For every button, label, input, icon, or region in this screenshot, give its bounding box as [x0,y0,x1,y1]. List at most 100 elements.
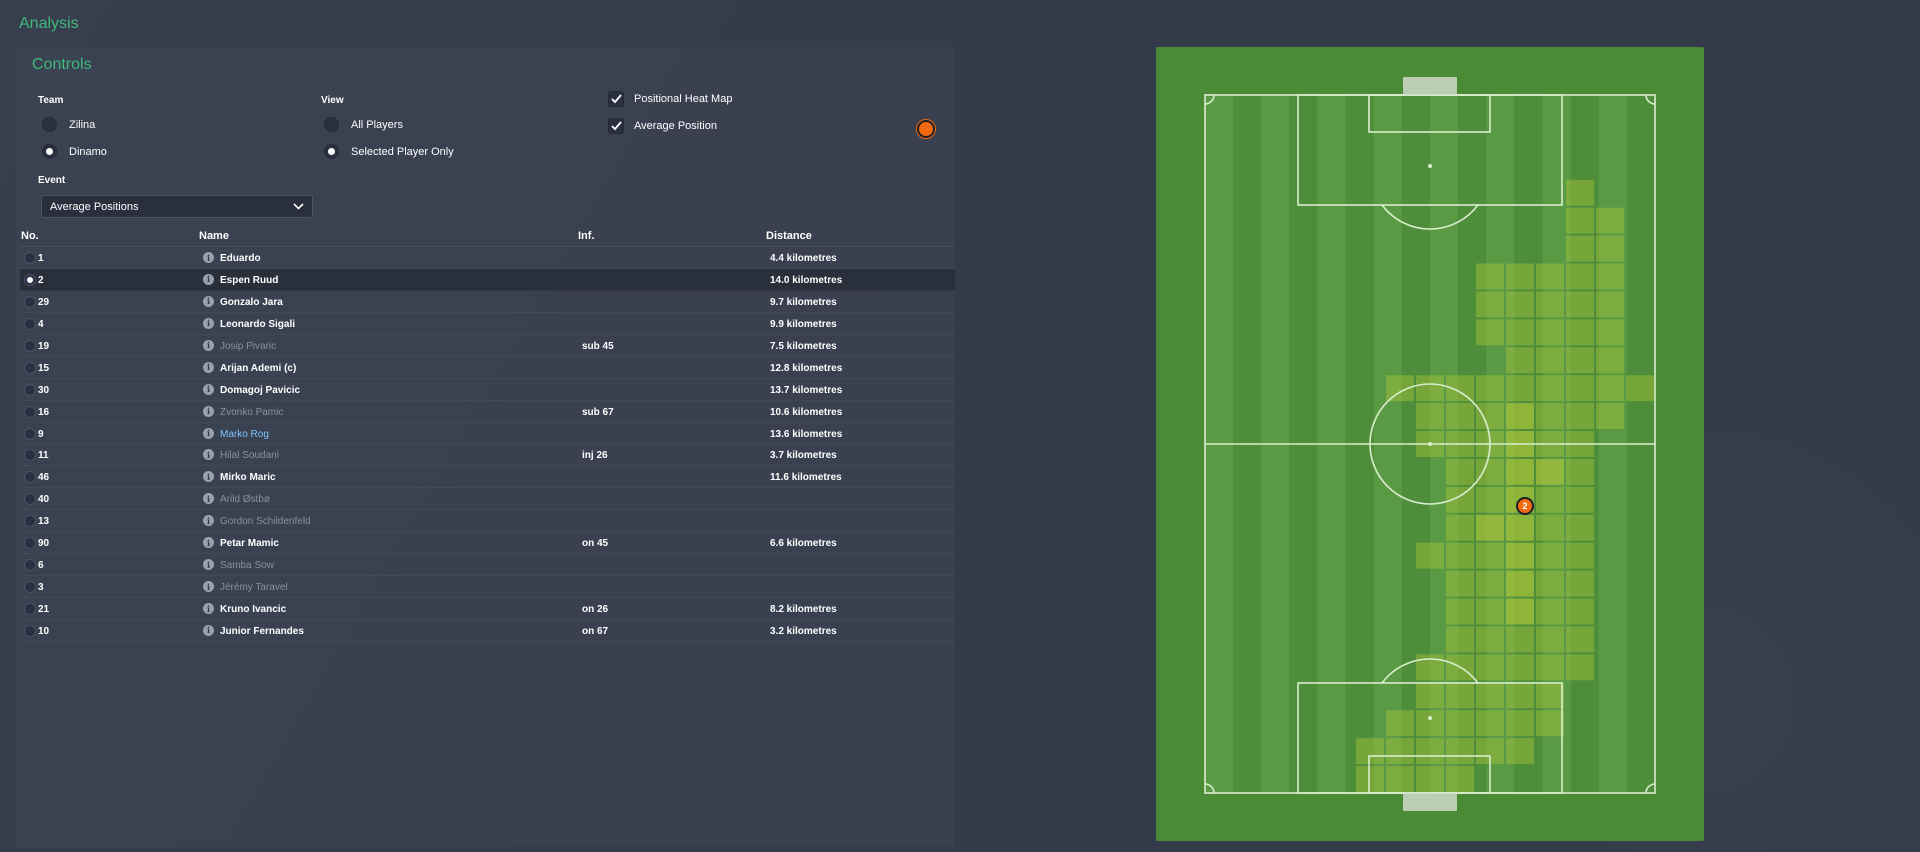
toggle-average-position[interactable]: Average Position [608,118,717,134]
heat-cell [1476,458,1504,485]
heat-cell [1416,682,1444,709]
player-involvement: on 26 [582,604,609,615]
table-row[interactable]: 4 i Leonardo Sigali 9.9 kilometres [20,313,955,335]
pitch-canvas: 2 [1204,77,1656,811]
radio-button[interactable] [324,117,339,132]
row-select-radio[interactable] [24,273,36,286]
row-select-radio[interactable] [24,427,36,440]
table-row[interactable]: 1 i Eduardo 4.4 kilometres [20,247,955,269]
radio-button-selected[interactable] [42,144,57,159]
player-name[interactable]: Marko Rog [220,429,269,440]
row-select-radio[interactable] [24,317,36,330]
row-select-radio[interactable] [24,603,36,615]
row-select-radio[interactable] [24,252,36,264]
marker-color-swatch[interactable] [917,120,935,138]
table-row[interactable]: 16 i Zvonko Pamic sub 67 10.6 kilometres [20,401,955,423]
info-icon[interactable]: i [203,559,214,571]
table-row[interactable]: 19 i Josip Pivaric sub 45 7.5 kilometres [20,335,955,357]
checkmark-icon [610,121,622,131]
row-select-radio[interactable] [24,295,36,308]
player-number: 4 [38,318,44,330]
table-row[interactable]: 15 i Arijan Ademi (c) 12.8 kilometres [20,357,955,379]
event-dropdown[interactable]: Average Positions [41,195,313,218]
heat-cell [1566,542,1594,569]
table-row[interactable]: 13 i Gordon Schildenfeld [20,510,955,533]
table-row[interactable]: 9 i Marko Rog 13.6 kilometres [20,423,955,445]
info-icon[interactable]: i [203,537,214,549]
player-name: Leonardo Sigali [220,318,296,330]
player-distance: 6.6 kilometres [770,538,837,550]
table-row[interactable]: 6 i Samba Sow [20,554,955,577]
info-icon[interactable]: i [203,252,214,263]
row-select-radio[interactable] [24,471,36,484]
player-number: 90 [38,538,50,550]
player-number: 30 [38,384,50,396]
row-select-radio[interactable] [24,493,36,506]
info-icon[interactable]: i [203,581,214,593]
heat-cell [1416,738,1444,765]
info-icon[interactable]: i [203,624,214,636]
team-option-dinamo[interactable]: Dinamo [42,144,107,159]
row-select-radio[interactable] [24,515,36,528]
radio-button[interactable] [42,117,57,132]
column-header-name[interactable]: Name [199,230,229,242]
radio-button-selected[interactable] [324,144,339,159]
table-row[interactable]: 10 i Junior Fernandes on 67 3.2 kilometres [20,620,955,642]
heat-cell [1566,626,1594,653]
info-icon[interactable]: i [203,339,214,351]
info-icon[interactable]: i [203,471,214,483]
heat-cell [1506,682,1534,709]
view-option-selected-player[interactable]: Selected Player Only [324,144,454,159]
heat-cell [1476,598,1504,625]
info-icon[interactable]: i [203,273,214,285]
heat-cell [1476,710,1504,737]
checkbox[interactable] [608,91,624,107]
info-icon[interactable]: i [203,383,214,395]
column-header-distance[interactable]: Distance [766,230,812,242]
view-option-all-players[interactable]: All Players [324,117,403,132]
table-row[interactable]: 21 i Kruno Ivancic on 26 8.2 kilometres [20,598,955,620]
team-option-zilina[interactable]: Zilina [42,117,95,132]
table-row[interactable]: 11 i Hilal Soudani inj 26 3.7 kilometres [20,444,955,467]
table-row[interactable]: 3 i Jérémy Taravel [20,576,955,598]
info-icon[interactable]: i [203,515,214,527]
row-select-radio[interactable] [24,449,36,462]
row-select-radio[interactable] [24,361,36,374]
info-icon[interactable]: i [203,493,214,505]
info-icon[interactable]: i [203,361,214,373]
center-spot [1428,442,1432,446]
team-label: Team [38,95,64,106]
row-select-radio[interactable] [24,624,36,637]
row-select-radio[interactable] [24,559,36,572]
toggle-positional-heat-map[interactable]: Positional Heat Map [608,91,732,107]
player-distance: 9.9 kilometres [770,318,837,330]
table-row[interactable]: 29 i Gonzalo Jara 9.7 kilometres [20,291,955,313]
row-select-radio[interactable] [24,339,36,352]
table-row[interactable]: 2 i Espen Ruud 14.0 kilometres [20,268,955,291]
info-icon[interactable]: i [203,405,214,417]
toggle-label: Positional Heat Map [634,93,733,105]
table-row[interactable]: 90 i Petar Mamic on 45 6.6 kilometres [20,532,955,555]
row-select-radio[interactable] [24,383,36,396]
heat-cell [1536,458,1564,485]
row-select-radio[interactable] [24,537,36,550]
info-icon[interactable]: i [203,295,214,307]
player-name: Espen Ruud [220,274,279,286]
row-select-radio[interactable] [24,581,36,594]
player-involvement: sub 67 [582,406,614,418]
player-distance: 12.8 kilometres [770,362,843,374]
info-icon[interactable]: i [203,317,214,329]
info-icon[interactable]: i [203,449,214,461]
heat-cell [1476,570,1504,597]
checkbox[interactable] [608,118,624,134]
table-row[interactable]: 46 i Mirko Maric 11.6 kilometres [20,466,955,489]
player-name: Kruno Ivancic [220,604,287,615]
table-row[interactable]: 40 i Arild Østbø [20,488,955,511]
column-header-no[interactable]: No. [21,230,39,242]
heat-cell [1536,263,1564,290]
info-icon[interactable]: i [203,603,214,614]
column-header-inf[interactable]: Inf. [578,230,595,242]
table-row[interactable]: 30 i Domagoj Pavicic 13.7 kilometres [20,379,955,401]
info-icon[interactable]: i [203,427,214,439]
row-select-radio[interactable] [24,405,36,418]
